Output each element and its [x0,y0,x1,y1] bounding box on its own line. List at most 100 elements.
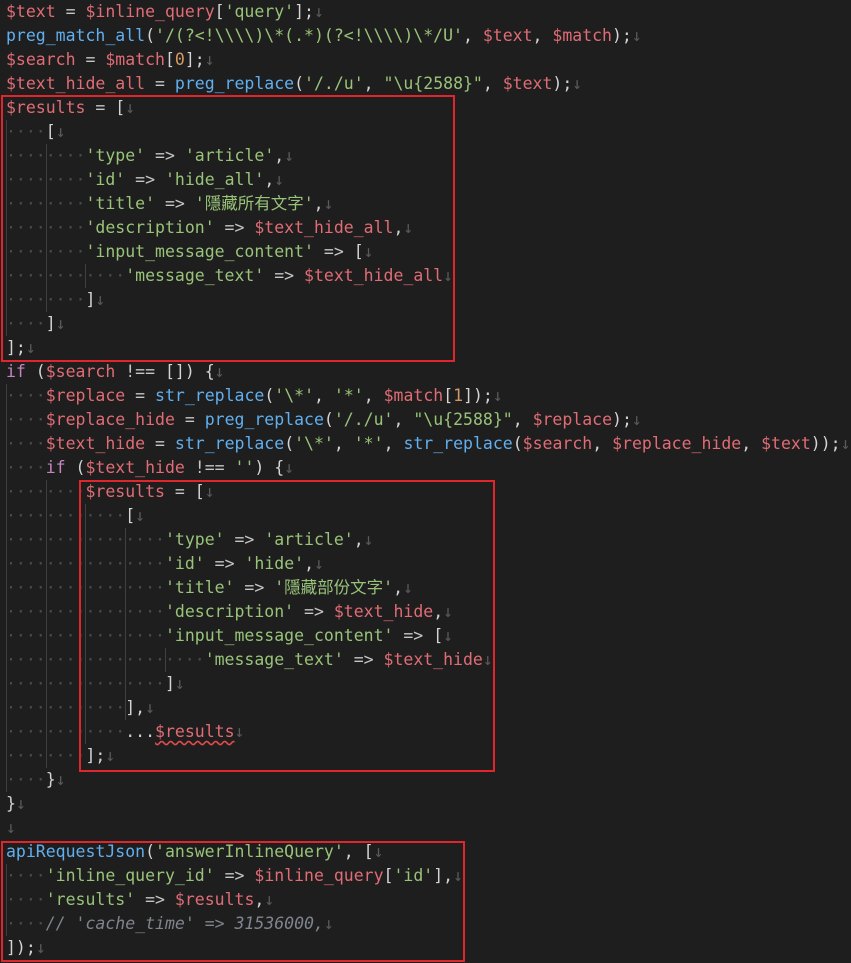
line-break-icon: ↓ [403,578,413,597]
indent-whitespace: ···· [6,314,46,333]
code-line[interactable]: ····················'message_text' => $t… [6,648,493,672]
code-token: = [55,2,86,21]
code-line[interactable]: $search = $match[0];↓ [6,48,215,72]
line-break-icon: ↓ [55,770,66,789]
code-line[interactable]: ········'description' => $text_hide_all,… [6,216,413,240]
code-token: ], [125,698,146,717]
code-token: "\u{2588}" [383,74,483,93]
code-token: )); [810,434,841,453]
code-token: ( [65,458,86,477]
code-token: [ [214,2,225,21]
code-line[interactable]: ············],↓ [6,696,155,720]
code-line[interactable]: ········'type' => 'article',↓ [6,144,294,168]
code-token: $match [552,26,612,45]
code-token: => [343,650,384,669]
code-token: preg_replace [204,410,324,429]
code-token: , [393,218,404,237]
code-line[interactable]: ····$replace_hide = preg_replace('/./u',… [6,408,642,432]
code-line[interactable]: ············'message_text' => $text_hide… [6,264,453,288]
code-token: , [363,74,384,93]
code-line[interactable]: ····[↓ [6,120,66,144]
code-line[interactable]: preg_match_all('/(?<!\\\\)\*(.*)(?<!\\\\… [6,24,642,48]
code-token: = [145,74,175,93]
code-token: , [264,170,275,189]
code-token: 'article' [184,146,275,165]
code-line[interactable]: ············[↓ [6,504,145,528]
code-token: $replace_hide [45,410,175,429]
code-line[interactable]: ····$text_hide = str_replace('\*', '*', … [6,432,851,456]
code-token: $results [174,890,255,909]
line-break-icon: ↓ [6,818,16,837]
code-line[interactable]: $results = [↓ [6,96,135,120]
line-break-icon: ↓ [840,434,851,453]
code-token: preg_match_all [6,26,146,45]
code-line[interactable]: ················'description' => $text_h… [6,600,453,624]
indent-guide [85,264,87,288]
code-line[interactable]: ················'title' => '隱藏部份文字',↓ [6,576,413,600]
indent-whitespace: ···· [6,914,46,933]
line-break-icon: ↓ [135,506,146,525]
code-line[interactable]: ····}↓ [6,768,66,792]
line-break-icon: ↓ [403,218,414,237]
indent-guide [45,480,47,768]
code-line[interactable]: apiRequestJson('answerInlineQuery', [↓ [6,840,384,864]
code-line[interactable]: }↓ [6,792,26,816]
code-line[interactable]: ····$replace = str_replace('\*', '*', $m… [6,384,503,408]
code-token: => [313,242,354,261]
code-token: $text_hide [45,434,146,453]
code-line[interactable]: ];↓ [6,336,36,360]
code-line[interactable]: ················'id' => 'hide',↓ [6,552,324,576]
code-token: => [214,218,255,237]
line-break-icon: ↓ [95,290,106,309]
code-token: , [353,530,364,549]
code-line[interactable]: $text = $inline_query['query'];↓ [6,0,324,24]
code-line[interactable]: ····// 'cache_time' => 31536000,↓ [6,912,334,936]
code-token: $inline_query [85,2,215,21]
code-line[interactable]: ········];↓ [6,744,115,768]
code-line[interactable]: $text_hide_all = preg_replace('/./u', "\… [6,72,582,96]
code-line[interactable]: ················'type' => 'article',↓ [6,528,374,552]
line-break-icon: ↓ [363,530,374,549]
code-token: !== [115,362,165,381]
code-token: => [234,578,275,597]
code-token: $replace_hide [612,434,742,453]
line-break-icon: ↓ [174,674,185,693]
code-token: '/./u' [333,410,394,429]
code-line[interactable]: ····]↓ [6,312,66,336]
code-line[interactable]: ····'results' => $results,↓ [6,888,274,912]
line-break-icon: ↓ [55,314,66,333]
code-line[interactable]: ····'inline_query_id' => $inline_query['… [6,864,463,888]
code-line[interactable]: ········'input_message_content' => [↓ [6,240,374,264]
code-token: $match [105,50,165,69]
code-line[interactable]: if ($search !== []) {↓ [6,360,225,384]
code-line[interactable]: ↓ [6,816,16,840]
code-token: , [313,194,324,213]
code-editor[interactable]: $text = $inline_query['query'];↓ preg_mat… [0,0,851,963]
line-break-icon: ↓ [443,626,454,645]
code-token: ); [552,74,573,93]
code-token: $search [6,50,76,69]
line-break-icon: ↓ [323,914,334,933]
indent-whitespace: ···· [6,434,46,453]
code-token: ( [145,842,156,861]
code-token: $search [45,362,116,381]
code-line[interactable]: ················'input_message_content' … [6,624,453,648]
code-line[interactable]: ················]↓ [6,672,185,696]
code-line[interactable]: ············...$results↓ [6,720,244,744]
code-token: str_replace [403,434,513,453]
code-line[interactable]: ········]↓ [6,288,105,312]
code-line[interactable]: ········$results = [↓ [6,480,215,504]
code-line[interactable]: ····if ($text_hide !== '') {↓ [6,456,294,480]
indent-whitespace: ···· [6,890,46,909]
line-break-icon: ↓ [284,146,295,165]
code-token: '\*' [294,434,334,453]
code-line[interactable]: ········'title' => '隱藏所有文字',↓ [6,192,334,216]
code-token: ( [284,434,295,453]
code-token: 'description' [85,218,215,237]
code-line[interactable]: ]);↓ [6,936,46,960]
code-token: 'hide' [244,554,305,573]
code-line[interactable]: ········'id' => 'hide_all',↓ [6,168,284,192]
code-token: => [393,626,434,645]
code-token: if [6,362,26,381]
code-token: $results [85,482,165,501]
